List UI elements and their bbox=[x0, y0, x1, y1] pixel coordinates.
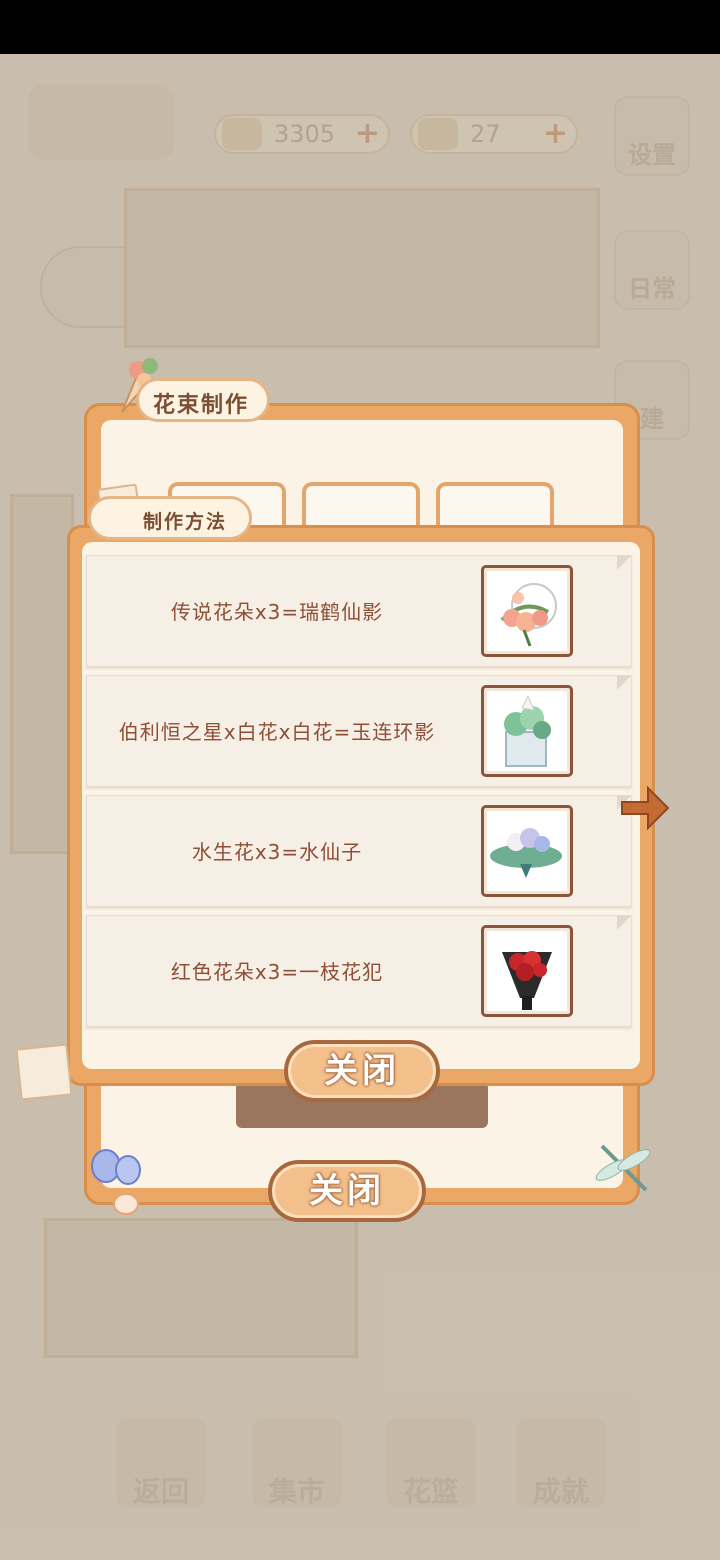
recipe-card-1[interactable]: 传说花朵x3=瑞鹤仙影 bbox=[86, 555, 632, 667]
recipe-close-button[interactable]: 关闭 bbox=[284, 1040, 440, 1102]
dragonfly-icon bbox=[592, 1140, 656, 1196]
recipe-text-2: 伯利恒之星x白花x白花=玉连环影 bbox=[118, 720, 436, 744]
peach-bouquet-icon bbox=[481, 565, 573, 657]
recipe-text-4: 红色花朵x3=一枝花犯 bbox=[170, 960, 384, 984]
status-bar bbox=[0, 0, 720, 54]
recipe-panel-title: 制作方法 bbox=[88, 496, 252, 540]
recipe-card-4[interactable]: 红色花朵x3=一枝花犯 bbox=[86, 915, 632, 1027]
recipe-card-3[interactable]: 水生花x3=水仙子 bbox=[86, 795, 632, 907]
bouquet-panel-title: 花束制作 bbox=[136, 378, 270, 422]
recipe-card-2[interactable]: 伯利恒之星x白花x白花=玉连环影 bbox=[86, 675, 632, 787]
butterfly-icon bbox=[90, 1146, 150, 1222]
white-lily-bouquet-icon bbox=[481, 685, 573, 777]
next-page-arrow-icon[interactable] bbox=[618, 780, 672, 836]
recipe-text-1: 传说花朵x3=瑞鹤仙影 bbox=[170, 600, 384, 624]
recipe-text-3: 水生花x3=水仙子 bbox=[191, 840, 363, 864]
lotus-bouquet-icon bbox=[481, 805, 573, 897]
bouquet-close-button[interactable]: 关闭 bbox=[268, 1160, 426, 1222]
side-note-icon bbox=[15, 1043, 73, 1101]
red-rose-bouquet-icon bbox=[481, 925, 573, 1017]
